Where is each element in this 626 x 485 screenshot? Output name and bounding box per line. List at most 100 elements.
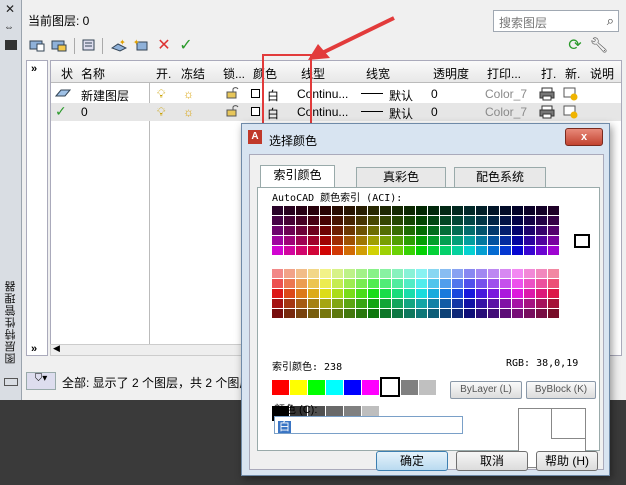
aci-swatch[interactable] <box>524 246 535 255</box>
aci-swatch[interactable] <box>416 226 427 235</box>
aci-swatch[interactable] <box>500 269 511 278</box>
aci-swatch[interactable] <box>284 289 295 298</box>
aci-swatch[interactable] <box>500 299 511 308</box>
aci-swatch[interactable] <box>380 289 391 298</box>
properties-icon[interactable] <box>5 40 17 50</box>
new-group-filter-icon[interactable] <box>50 36 68 54</box>
aci-swatch[interactable] <box>404 269 415 278</box>
aci-swatch[interactable] <box>536 309 547 318</box>
aci-swatch[interactable] <box>344 246 355 255</box>
aci-swatch[interactable] <box>404 309 415 318</box>
aci-swatch[interactable] <box>500 216 511 225</box>
aci-swatch[interactable] <box>548 216 559 225</box>
standard-color-swatch[interactable] <box>272 380 289 395</box>
aci-swatch[interactable] <box>416 299 427 308</box>
aci-swatch[interactable] <box>368 299 379 308</box>
aci-swatch[interactable] <box>452 299 463 308</box>
expand-icon[interactable]: » <box>31 343 37 355</box>
aci-swatch[interactable] <box>308 246 319 255</box>
aci-swatch[interactable] <box>536 216 547 225</box>
col-plot[interactable]: 打. <box>541 65 556 82</box>
aci-swatch[interactable] <box>356 269 367 278</box>
aci-swatch[interactable] <box>524 289 535 298</box>
aci-palette-top[interactable] <box>272 206 559 255</box>
col-plotstyle[interactable]: 打印... <box>487 65 521 82</box>
aci-swatch[interactable] <box>344 236 355 245</box>
aci-swatch[interactable] <box>284 216 295 225</box>
aci-swatch[interactable] <box>428 269 439 278</box>
aci-swatch[interactable] <box>404 206 415 215</box>
aci-swatch[interactable] <box>488 269 499 278</box>
table-row[interactable]: ✓ 0 💡︎ ☼ 白 Continu... 默认 0 Color_7 <box>51 103 621 122</box>
aci-swatch[interactable] <box>536 236 547 245</box>
aci-swatch[interactable] <box>416 216 427 225</box>
aci-swatch[interactable] <box>284 299 295 308</box>
aci-swatch[interactable] <box>380 269 391 278</box>
aci-swatch[interactable] <box>332 299 343 308</box>
aci-swatch[interactable] <box>356 216 367 225</box>
aci-swatch[interactable] <box>392 206 403 215</box>
standard-colors[interactable] <box>272 376 436 398</box>
aci-swatch[interactable] <box>440 289 451 298</box>
bylayer-button[interactable]: ByLayer (L) <box>450 381 522 399</box>
aci-swatch[interactable] <box>476 269 487 278</box>
help-button[interactable]: 帮助 (H) <box>536 451 598 471</box>
aci-swatch[interactable] <box>524 226 535 235</box>
layer-lineweight[interactable]: 默认 <box>389 105 413 122</box>
aci-swatch[interactable] <box>368 246 379 255</box>
aci-swatch[interactable] <box>308 236 319 245</box>
aci-swatch[interactable] <box>272 216 283 225</box>
table-row[interactable]: 新建图层 💡︎ ☼ 白 Continu... 默认 0 Color_7 <box>51 85 621 104</box>
aci-swatch[interactable] <box>464 309 475 318</box>
aci-swatch[interactable] <box>380 246 391 255</box>
aci-swatch[interactable] <box>284 236 295 245</box>
aci-swatch[interactable] <box>512 289 523 298</box>
aci-swatch[interactable] <box>464 246 475 255</box>
aci-swatch[interactable] <box>416 246 427 255</box>
aci-swatch[interactable] <box>416 289 427 298</box>
aci-swatch[interactable] <box>392 309 403 318</box>
aci-swatch[interactable] <box>452 226 463 235</box>
aci-swatch[interactable] <box>452 279 463 288</box>
layer-name[interactable]: 新建图层 <box>81 87 129 104</box>
aci-swatch[interactable] <box>464 226 475 235</box>
aci-swatch[interactable] <box>356 206 367 215</box>
printer-icon[interactable] <box>539 105 555 122</box>
aci-swatch[interactable] <box>320 216 331 225</box>
aci-swatch[interactable] <box>344 226 355 235</box>
expand-icon[interactable]: » <box>31 63 37 75</box>
aci-swatch[interactable] <box>452 236 463 245</box>
aci-swatch[interactable] <box>392 289 403 298</box>
sun-icon[interactable]: ☼ <box>183 105 194 119</box>
aci-swatch[interactable] <box>524 206 535 215</box>
aci-swatch[interactable] <box>368 279 379 288</box>
aci-swatch[interactable] <box>548 236 559 245</box>
aci-swatch[interactable] <box>296 216 307 225</box>
aci-swatch[interactable] <box>332 289 343 298</box>
scroll-left-icon[interactable]: ◀ <box>53 343 60 354</box>
aci-swatch[interactable] <box>416 269 427 278</box>
aci-swatch[interactable] <box>476 226 487 235</box>
aci-swatch[interactable] <box>536 206 547 215</box>
aci-swatch[interactable] <box>332 226 343 235</box>
aci-swatch[interactable] <box>320 246 331 255</box>
aci-swatch[interactable] <box>368 216 379 225</box>
aci-swatch[interactable] <box>548 289 559 298</box>
close-icon[interactable]: ✕ <box>5 2 15 16</box>
aci-swatch[interactable] <box>380 236 391 245</box>
layer-states-icon[interactable] <box>80 36 98 54</box>
aci-swatch[interactable] <box>548 299 559 308</box>
aci-swatch[interactable] <box>440 269 451 278</box>
col-on[interactable]: 开. <box>156 65 171 82</box>
aci-swatch[interactable] <box>476 309 487 318</box>
aci-swatch[interactable] <box>476 216 487 225</box>
aci-swatch[interactable] <box>272 246 283 255</box>
close-button[interactable]: x <box>565 128 603 146</box>
aci-swatch[interactable] <box>416 279 427 288</box>
search-layers-input[interactable]: 搜索图层 ⌕ <box>493 10 619 32</box>
col-freeze[interactable]: 冻结 <box>181 65 205 82</box>
aci-swatch[interactable] <box>404 226 415 235</box>
aci-swatch[interactable] <box>476 289 487 298</box>
aci-swatch[interactable] <box>296 309 307 318</box>
color-swatch[interactable] <box>251 107 260 116</box>
